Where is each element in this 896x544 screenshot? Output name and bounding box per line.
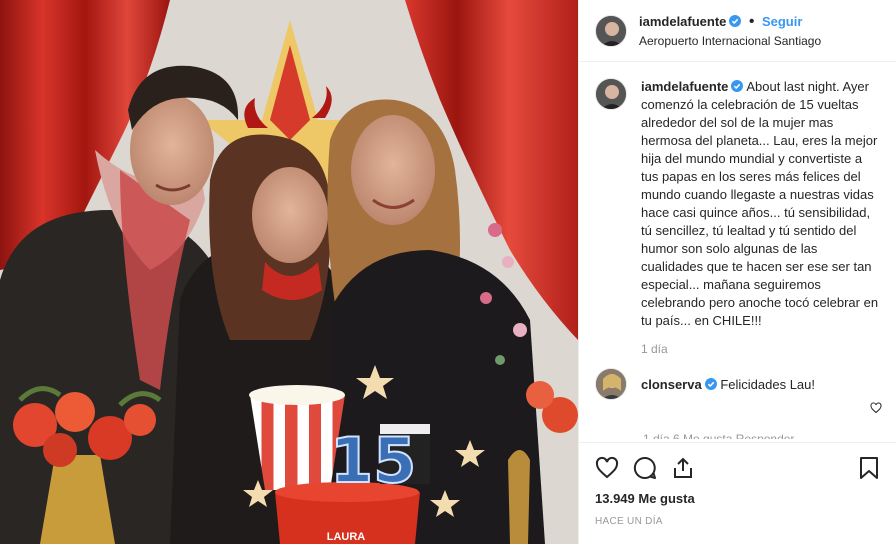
verified-badge-icon [731,80,744,92]
verified-badge-icon [704,377,717,390]
comment-text: Felicidades Lau! [720,376,815,392]
next-comment-meta-cutoff: 1 día 6 Me gusta Responder [643,432,795,439]
comments-list: iamdelafuente About last night. Ayer com… [579,62,896,442]
post-timestamp[interactable]: HACE UN DÍA [595,516,880,527]
avatar[interactable] [595,368,627,400]
caption-username[interactable]: iamdelafuente [641,79,728,94]
author-username[interactable]: iamdelafuente [639,14,726,29]
heart-icon[interactable] [595,456,619,480]
avatar[interactable] [595,14,627,47]
post-side-panel: iamdelafuente • Seguir Aeropuerto Intern… [578,0,896,544]
candle-number: 15 [330,424,416,497]
comment-body: clonserva Felicidades Lau! [641,377,815,392]
location-link[interactable]: Aeropuerto Internacional Santiago [639,34,821,48]
comment-icon[interactable] [633,456,657,480]
bookmark-icon[interactable] [858,456,880,480]
caption-time[interactable]: 1 día [641,340,880,358]
avatar[interactable] [595,78,627,110]
comment-username[interactable]: clonserva [641,377,702,392]
follow-button[interactable]: Seguir [762,14,802,29]
post-actions: 13.949 Me gusta HACE UN DÍA [579,442,896,527]
caption-comment: iamdelafuente About last night. Ayer com… [595,78,880,358]
action-icons [595,453,880,483]
separator-dot: • [748,13,755,30]
photo-illustration: 15 LAURA [0,0,578,544]
post-header: iamdelafuente • Seguir Aeropuerto Intern… [579,0,896,62]
header-meta: iamdelafuente • Seguir Aeropuerto Intern… [639,13,821,48]
likes-count[interactable]: 13.949 Me gusta [595,491,880,506]
comment-item: clonserva Felicidades Lau! [595,368,880,400]
verified-badge-icon [729,15,742,27]
caption-text: About last night. Ayer comenzó la celebr… [641,79,879,328]
comment-like-heart-icon[interactable] [870,402,882,414]
post-photo[interactable]: 15 LAURA [0,0,578,544]
cake-caption: LAURA [327,531,366,543]
instagram-post: 15 LAURA iamdelafuente • Seguir Aeropuer… [0,0,896,544]
caption-body: iamdelafuente About last night. Ayer com… [641,78,880,358]
share-icon[interactable] [671,456,695,480]
